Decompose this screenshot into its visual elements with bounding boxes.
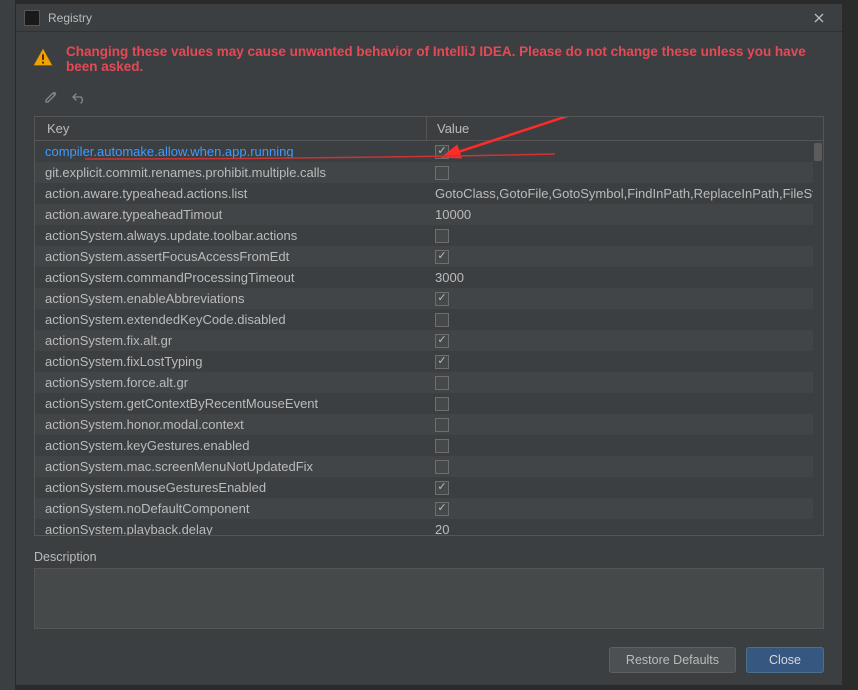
cell-key: actionSystem.fix.alt.gr — [35, 333, 427, 348]
cell-key: actionSystem.keyGestures.enabled — [35, 438, 427, 453]
table-row[interactable]: actionSystem.getContextByRecentMouseEven… — [35, 393, 823, 414]
scroll-thumb[interactable] — [814, 143, 822, 161]
cell-key: action.aware.typeahead.actions.list — [35, 186, 427, 201]
cell-value[interactable] — [427, 439, 823, 453]
warning-text: Changing these values may cause unwanted… — [66, 44, 826, 74]
cell-value[interactable] — [427, 250, 823, 264]
cell-key: action.aware.typeaheadTimout — [35, 207, 427, 222]
checkbox[interactable] — [435, 166, 449, 180]
revert-button[interactable] — [70, 88, 88, 106]
cell-value[interactable] — [427, 460, 823, 474]
table-row[interactable]: actionSystem.keyGestures.enabled — [35, 435, 823, 456]
cell-key: actionSystem.noDefaultComponent — [35, 501, 427, 516]
checkbox[interactable] — [435, 313, 449, 327]
table-row[interactable]: actionSystem.extendedKeyCode.disabled — [35, 309, 823, 330]
checkbox[interactable] — [435, 397, 449, 411]
checkbox[interactable] — [435, 481, 449, 495]
table-row[interactable]: actionSystem.honor.modal.context — [35, 414, 823, 435]
table-row[interactable]: actionSystem.always.update.toolbar.actio… — [35, 225, 823, 246]
window-title: Registry — [48, 11, 804, 25]
checkbox[interactable] — [435, 418, 449, 432]
cell-key: actionSystem.mac.screenMenuNotUpdatedFix — [35, 459, 427, 474]
restore-defaults-button[interactable]: Restore Defaults — [609, 647, 736, 673]
table-row[interactable]: actionSystem.enableAbbreviations — [35, 288, 823, 309]
cell-key: actionSystem.enableAbbreviations — [35, 291, 427, 306]
table-row[interactable]: actionSystem.noDefaultComponent — [35, 498, 823, 519]
cell-value[interactable] — [427, 502, 823, 516]
cell-key: actionSystem.always.update.toolbar.actio… — [35, 228, 427, 243]
checkbox[interactable] — [435, 145, 449, 159]
table-row[interactable]: actionSystem.fix.alt.gr — [35, 330, 823, 351]
cell-value[interactable]: 10000 — [427, 207, 823, 222]
app-icon — [24, 10, 40, 26]
cell-key: actionSystem.force.alt.gr — [35, 375, 427, 390]
table-row[interactable]: action.aware.typeahead.actions.listGotoC… — [35, 183, 823, 204]
table-row[interactable]: actionSystem.commandProcessingTimeout300… — [35, 267, 823, 288]
cell-value[interactable]: 3000 — [427, 270, 823, 285]
checkbox[interactable] — [435, 376, 449, 390]
undo-icon — [72, 90, 86, 104]
titlebar: Registry — [16, 4, 842, 32]
cell-value[interactable] — [427, 313, 823, 327]
edit-button[interactable] — [42, 88, 60, 106]
table-row[interactable]: actionSystem.force.alt.gr — [35, 372, 823, 393]
registry-table: Key Value compiler.automake.allow.when.a… — [34, 116, 824, 536]
toolbar — [16, 84, 842, 112]
scrollbar[interactable] — [813, 141, 823, 535]
cell-key: actionSystem.mouseGesturesEnabled — [35, 480, 427, 495]
cell-value[interactable] — [427, 481, 823, 495]
checkbox[interactable] — [435, 460, 449, 474]
cell-key: actionSystem.getContextByRecentMouseEven… — [35, 396, 427, 411]
warning-bar: Changing these values may cause unwanted… — [16, 32, 842, 84]
checkbox[interactable] — [435, 250, 449, 264]
cell-value[interactable]: 20 — [427, 522, 823, 535]
table-row[interactable]: git.explicit.commit.renames.prohibit.mul… — [35, 162, 823, 183]
button-bar: Restore Defaults Close — [16, 629, 842, 685]
cell-key: actionSystem.commandProcessingTimeout — [35, 270, 427, 285]
cell-value[interactable] — [427, 166, 823, 180]
cell-key: actionSystem.fixLostTyping — [35, 354, 427, 369]
close-button[interactable]: Close — [746, 647, 824, 673]
close-icon — [814, 13, 824, 23]
window-close-button[interactable] — [804, 4, 834, 32]
column-header-key[interactable]: Key — [35, 117, 427, 140]
checkbox[interactable] — [435, 229, 449, 243]
cell-value[interactable] — [427, 376, 823, 390]
table-row[interactable]: actionSystem.fixLostTyping — [35, 351, 823, 372]
checkbox[interactable] — [435, 334, 449, 348]
table-row[interactable]: actionSystem.playback.delay20 — [35, 519, 823, 535]
checkbox[interactable] — [435, 355, 449, 369]
table-row[interactable]: actionSystem.assertFocusAccessFromEdt — [35, 246, 823, 267]
cell-value[interactable]: GotoClass,GotoFile,GotoSymbol,FindInPath… — [427, 186, 823, 201]
table-row[interactable]: actionSystem.mac.screenMenuNotUpdatedFix — [35, 456, 823, 477]
table-body: compiler.automake.allow.when.app.running… — [35, 141, 823, 535]
cell-key: compiler.automake.allow.when.app.running — [35, 144, 427, 159]
editor-gutter — [0, 0, 15, 690]
description-box — [34, 568, 824, 629]
cell-value[interactable] — [427, 418, 823, 432]
cell-value[interactable] — [427, 334, 823, 348]
table-row[interactable]: action.aware.typeaheadTimout10000 — [35, 204, 823, 225]
warning-icon — [32, 47, 54, 72]
cell-key: actionSystem.extendedKeyCode.disabled — [35, 312, 427, 327]
cell-key: actionSystem.playback.delay — [35, 522, 427, 535]
checkbox[interactable] — [435, 439, 449, 453]
cell-key: actionSystem.honor.modal.context — [35, 417, 427, 432]
table-header: Key Value — [35, 117, 823, 141]
cell-value[interactable] — [427, 397, 823, 411]
checkbox[interactable] — [435, 502, 449, 516]
table-row[interactable]: actionSystem.mouseGesturesEnabled — [35, 477, 823, 498]
checkbox[interactable] — [435, 292, 449, 306]
pencil-icon — [44, 90, 58, 104]
cell-value[interactable] — [427, 145, 823, 159]
registry-dialog: Registry Changing these values may cause… — [15, 3, 843, 686]
cell-value[interactable] — [427, 292, 823, 306]
cell-key: actionSystem.assertFocusAccessFromEdt — [35, 249, 427, 264]
cell-key: git.explicit.commit.renames.prohibit.mul… — [35, 165, 427, 180]
cell-value[interactable] — [427, 229, 823, 243]
column-header-value[interactable]: Value — [427, 117, 823, 140]
cell-value[interactable] — [427, 355, 823, 369]
description-label: Description — [16, 544, 842, 568]
table-row[interactable]: compiler.automake.allow.when.app.running — [35, 141, 823, 162]
